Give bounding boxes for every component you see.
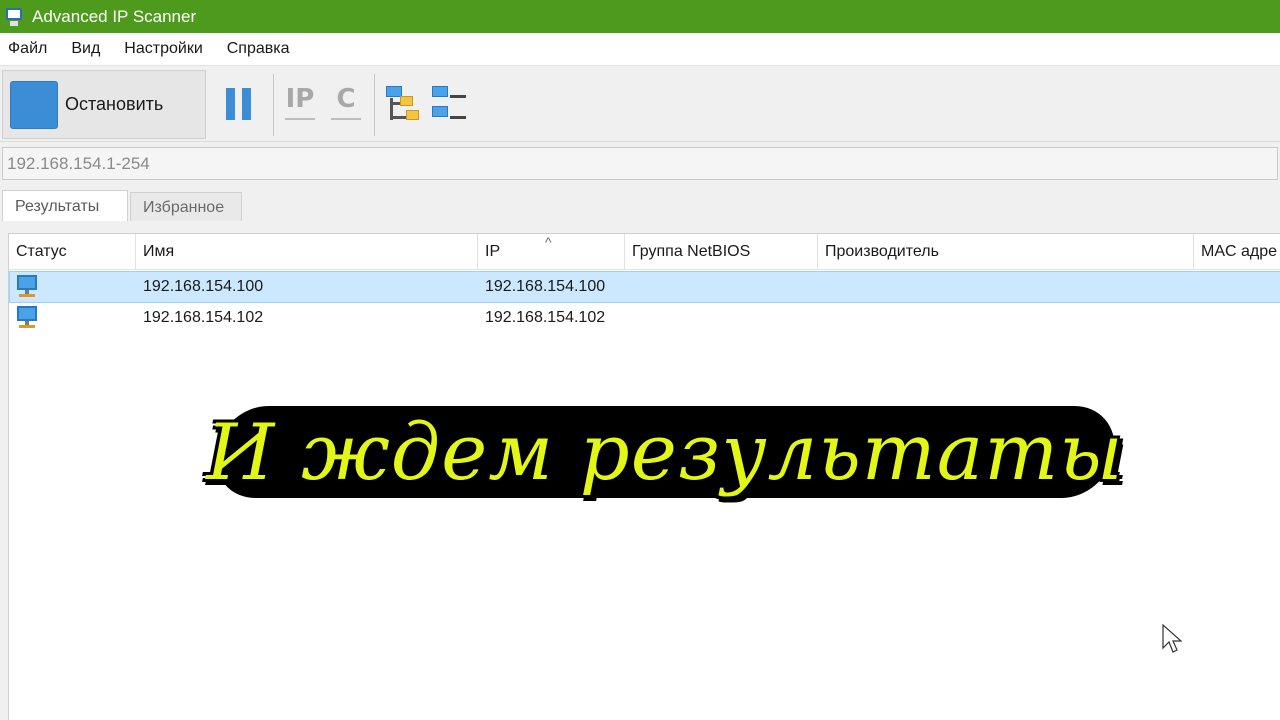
- toolbar-divider: [374, 74, 375, 136]
- table-header: Статус Имя IP Группа NetBIOS Производите…: [9, 234, 1280, 270]
- column-manufacturer[interactable]: Производитель: [818, 234, 1194, 270]
- address-bar: [0, 142, 1280, 186]
- column-mac-address[interactable]: MAC адре: [1194, 234, 1280, 270]
- pause-icon: [226, 88, 235, 120]
- caption-overlay: И ждем результаты: [206, 388, 1123, 518]
- column-status[interactable]: Статус: [9, 234, 136, 270]
- column-name[interactable]: Имя: [136, 234, 478, 270]
- computer-online-icon: [16, 306, 38, 330]
- row-name: 192.168.154.100: [143, 278, 264, 295]
- menu-file[interactable]: Файл: [8, 40, 47, 58]
- column-netbios-group[interactable]: Группа NetBIOS: [625, 234, 818, 270]
- ip-range-input[interactable]: [2, 147, 1278, 180]
- caption-text: И ждем результаты: [206, 408, 1124, 498]
- row-name: 192.168.154.102: [143, 309, 264, 326]
- menu-bar: Файл Вид Настройки Справка: [0, 33, 1280, 65]
- table-row[interactable]: 192.168.154.102 192.168.154.102: [9, 303, 1280, 335]
- menu-help[interactable]: Справка: [227, 40, 290, 58]
- mouse-cursor-icon: [1162, 624, 1182, 653]
- stop-button[interactable]: Остановить: [2, 70, 206, 139]
- collapse-all-button[interactable]: [432, 86, 472, 126]
- row-ip: 192.168.154.102: [485, 309, 606, 326]
- subnet-c-icon: C: [336, 84, 356, 114]
- tab-results[interactable]: Результаты: [2, 190, 128, 222]
- scan-subnet-button[interactable]: C: [329, 84, 363, 124]
- computer-online-icon: [16, 275, 38, 299]
- toolbar-divider: [273, 74, 274, 136]
- row-ip: 192.168.154.100: [485, 278, 606, 295]
- ip-icon: IP: [285, 84, 315, 114]
- stop-icon: [10, 80, 58, 129]
- title-bar: Advanced IP Scanner: [0, 0, 1280, 33]
- window-title: Advanced IP Scanner: [32, 6, 197, 26]
- pause-button[interactable]: [226, 88, 252, 120]
- tab-favorites[interactable]: Избранное: [130, 192, 242, 222]
- app-network-icon: [4, 6, 26, 28]
- toolbar: Остановить IP C: [0, 65, 1280, 142]
- menu-settings[interactable]: Настройки: [124, 40, 202, 58]
- sort-asc-icon: ^: [545, 234, 552, 250]
- table-row[interactable]: 192.168.154.100 192.168.154.100: [9, 271, 1280, 303]
- menu-view[interactable]: Вид: [71, 40, 100, 58]
- tab-strip: Результаты Избранное: [0, 186, 1280, 222]
- stop-button-label: Остановить: [65, 94, 164, 114]
- scan-ip-button[interactable]: IP: [283, 84, 317, 124]
- network-list-icon: [432, 86, 448, 97]
- expand-all-button[interactable]: [386, 86, 426, 126]
